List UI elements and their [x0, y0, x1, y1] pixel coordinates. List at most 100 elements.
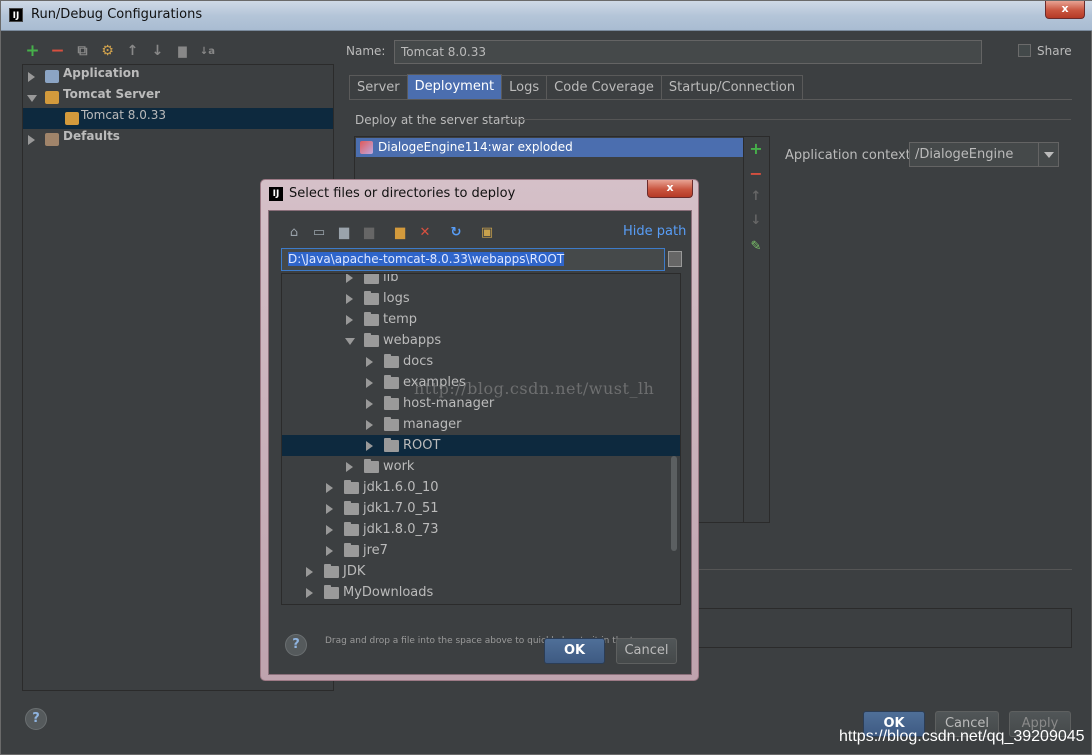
expand-arrow-icon[interactable]	[346, 274, 353, 283]
folder-icon	[364, 274, 379, 284]
window-close-button[interactable]: x	[1045, 1, 1085, 19]
expand-arrow-icon[interactable]	[28, 135, 35, 145]
expand-arrow-icon[interactable]	[306, 588, 313, 598]
expand-arrow-icon[interactable]	[366, 378, 373, 388]
new-folder-icon[interactable]: ▆	[391, 224, 409, 242]
expand-arrow-icon[interactable]	[346, 462, 353, 472]
tree-row-logs[interactable]: logs	[282, 288, 680, 309]
folder-icon	[384, 438, 399, 452]
tree-item-tomcat-server[interactable]: Tomcat Server	[23, 87, 333, 108]
tree-row-label: manager	[403, 417, 462, 432]
home-icon[interactable]: ⌂	[285, 224, 303, 242]
copy-config-icon[interactable]: ⧉	[73, 42, 92, 61]
tree-scrollbar[interactable]	[671, 456, 677, 551]
tree-row-webapps[interactable]: webapps	[282, 330, 680, 351]
tab-server[interactable]: Server	[349, 75, 408, 99]
section-divider	[503, 119, 1071, 120]
path-history-icon[interactable]	[668, 251, 682, 267]
folder-icon	[324, 564, 339, 578]
tree-row-docs[interactable]: docs	[282, 351, 680, 372]
remove-config-icon[interactable]: −	[48, 41, 67, 61]
expand-arrow-icon[interactable]	[326, 504, 333, 514]
tree-row-mydownloads[interactable]: MyDownloads	[282, 582, 680, 603]
path-field[interactable]: D:\Java\apache-tomcat-8.0.33\webapps\ROO…	[281, 248, 665, 271]
expand-arrow-icon[interactable]	[346, 315, 353, 325]
remove-artifact-icon[interactable]: −	[748, 164, 764, 183]
move-down-icon[interactable]: ↓	[748, 213, 764, 228]
expand-arrow-icon[interactable]	[326, 483, 333, 493]
delete-icon[interactable]: ✕	[416, 224, 434, 242]
tab-startup-connection[interactable]: Startup/Connection	[660, 75, 804, 99]
hide-path-link[interactable]: Hide path	[623, 224, 686, 239]
intellij-app-icon: IJ	[9, 8, 23, 22]
tree-row-jdk[interactable]: JDK	[282, 561, 680, 582]
tree-item-label: Application	[63, 66, 140, 80]
help-icon[interactable]: ?	[25, 708, 47, 730]
add-artifact-icon[interactable]: +	[748, 139, 764, 158]
tree-row-lib[interactable]: lib	[282, 274, 680, 288]
tree-row-root[interactable]: ROOT	[282, 435, 680, 456]
expand-arrow-icon[interactable]	[326, 546, 333, 556]
expand-arrow-icon[interactable]	[366, 441, 373, 451]
collapse-arrow-icon[interactable]	[345, 338, 355, 345]
folder-icon	[384, 354, 399, 368]
tree-row-temp[interactable]: temp	[282, 309, 680, 330]
expand-arrow-icon[interactable]	[366, 420, 373, 430]
tree-row-label: jdk1.8.0_73	[363, 522, 439, 537]
tree-item-label: Tomcat 8.0.33	[81, 108, 166, 122]
expand-arrow-icon[interactable]	[346, 294, 353, 304]
tree-row-work[interactable]: work	[282, 456, 680, 477]
project-folder-icon[interactable]: ▆	[335, 224, 353, 242]
expand-arrow-icon[interactable]	[306, 567, 313, 577]
tab-deployment[interactable]: Deployment	[406, 74, 503, 99]
folder-icon	[384, 375, 399, 389]
tab-logs[interactable]: Logs	[501, 75, 548, 99]
module-folder-icon[interactable]: ▆	[360, 224, 378, 242]
chevron-down-icon[interactable]	[1038, 143, 1058, 166]
name-field[interactable]: Tomcat 8.0.33	[394, 40, 982, 64]
expand-arrow-icon[interactable]	[326, 525, 333, 535]
tree-row-label: jdk1.6.0_10	[363, 480, 439, 495]
window-title: Run/Debug Configurations	[31, 7, 203, 22]
folder-icon	[384, 396, 399, 410]
tomcat-icon	[65, 112, 79, 125]
folder-icon[interactable]: ▇	[173, 42, 192, 61]
tree-row-manager[interactable]: manager	[282, 414, 680, 435]
app-context-select[interactable]: /DialogeEngine	[909, 142, 1059, 167]
refresh-icon[interactable]: ↻	[447, 224, 465, 242]
sort-icon[interactable]: ↓a	[198, 42, 217, 61]
tree-row-jre7[interactable]: jre7	[282, 540, 680, 561]
artifact-label: DialogeEngine114:war exploded	[378, 140, 573, 154]
move-up-icon[interactable]: ↑	[123, 42, 142, 61]
artifact-icon	[360, 141, 373, 154]
file-tree: lib logs temp webapps docs examples host…	[281, 273, 681, 605]
collapse-arrow-icon[interactable]	[27, 95, 37, 102]
dialog-cancel-button[interactable]: Cancel	[616, 638, 677, 664]
move-down-icon[interactable]: ↓	[148, 42, 167, 61]
tab-code-coverage[interactable]: Code Coverage	[546, 75, 662, 99]
edit-artifact-icon[interactable]: ✎	[748, 239, 764, 254]
dialog-ok-button[interactable]: OK	[544, 638, 605, 664]
show-hidden-icon[interactable]: ▣	[478, 224, 496, 242]
deploy-artifact-item[interactable]: DialogeEngine114:war exploded	[356, 138, 743, 157]
edit-defaults-icon[interactable]: ⚙	[98, 42, 117, 61]
expand-arrow-icon[interactable]	[28, 72, 35, 82]
tree-item-application[interactable]: Application	[23, 66, 333, 87]
tree-item-defaults[interactable]: Defaults	[23, 129, 333, 150]
tree-row-jdk180[interactable]: jdk1.8.0_73	[282, 519, 680, 540]
share-checkbox[interactable]	[1018, 44, 1031, 57]
expand-arrow-icon[interactable]	[366, 399, 373, 409]
folder-icon	[364, 459, 379, 473]
desktop-icon[interactable]: ▭	[310, 224, 328, 242]
move-up-icon[interactable]: ↑	[748, 189, 764, 204]
help-icon[interactable]: ?	[285, 634, 307, 656]
tree-row-jdk170[interactable]: jdk1.7.0_51	[282, 498, 680, 519]
expand-arrow-icon[interactable]	[366, 357, 373, 367]
tree-row-label: JDK	[343, 564, 366, 579]
tree-row-label: jdk1.7.0_51	[363, 501, 439, 516]
tree-row-jdk160[interactable]: jdk1.6.0_10	[282, 477, 680, 498]
dialog-close-button[interactable]: x	[647, 180, 693, 198]
add-config-icon[interactable]: +	[23, 41, 42, 61]
folder-icon	[364, 291, 379, 305]
tree-item-tomcat-8[interactable]: Tomcat 8.0.33	[23, 108, 333, 129]
